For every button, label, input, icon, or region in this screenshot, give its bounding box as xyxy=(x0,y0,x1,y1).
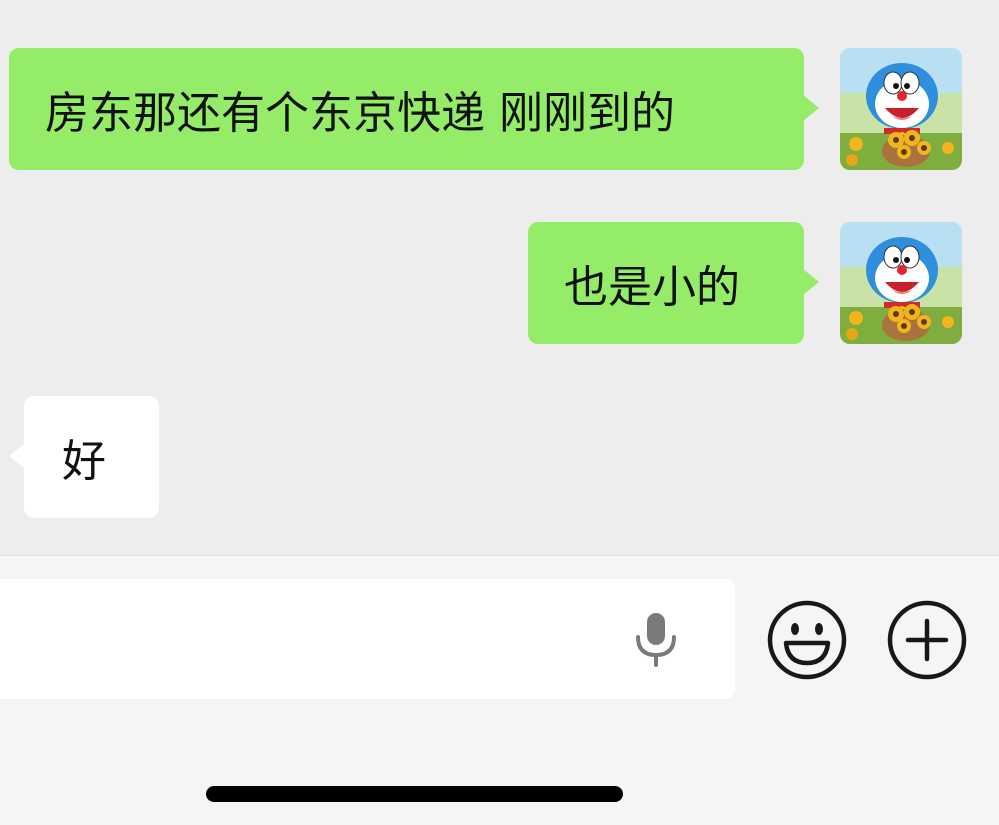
home-indicator[interactable] xyxy=(206,786,623,802)
doraemon-avatar[interactable] xyxy=(840,222,962,344)
received-message-bubble[interactable]: 好 xyxy=(24,396,159,518)
doraemon-avatar[interactable] xyxy=(840,48,962,170)
bubble-tail xyxy=(803,269,819,295)
message-input[interactable] xyxy=(0,579,735,699)
plus-circle-icon[interactable] xyxy=(886,599,968,681)
sent-message-bubble[interactable]: 房东那还有个东京快递 刚刚到的 xyxy=(9,48,804,170)
chat-input-bar xyxy=(0,555,999,825)
bubble-tail xyxy=(9,443,25,469)
chat-message-list[interactable]: 房东那还有个东京快递 刚刚到的 也是小的 好 xyxy=(0,0,999,555)
doraemon-avatar-image xyxy=(840,222,962,344)
doraemon-avatar-image xyxy=(840,48,962,170)
message-text: 好 xyxy=(62,436,106,487)
message-text: 也是小的 xyxy=(564,262,740,313)
message-text: 房东那还有个东京快递 刚刚到的 xyxy=(45,88,675,139)
microphone-icon[interactable] xyxy=(632,611,680,667)
smiley-icon[interactable] xyxy=(766,599,848,681)
bubble-tail xyxy=(803,95,819,121)
sent-message-bubble[interactable]: 也是小的 xyxy=(528,222,804,344)
